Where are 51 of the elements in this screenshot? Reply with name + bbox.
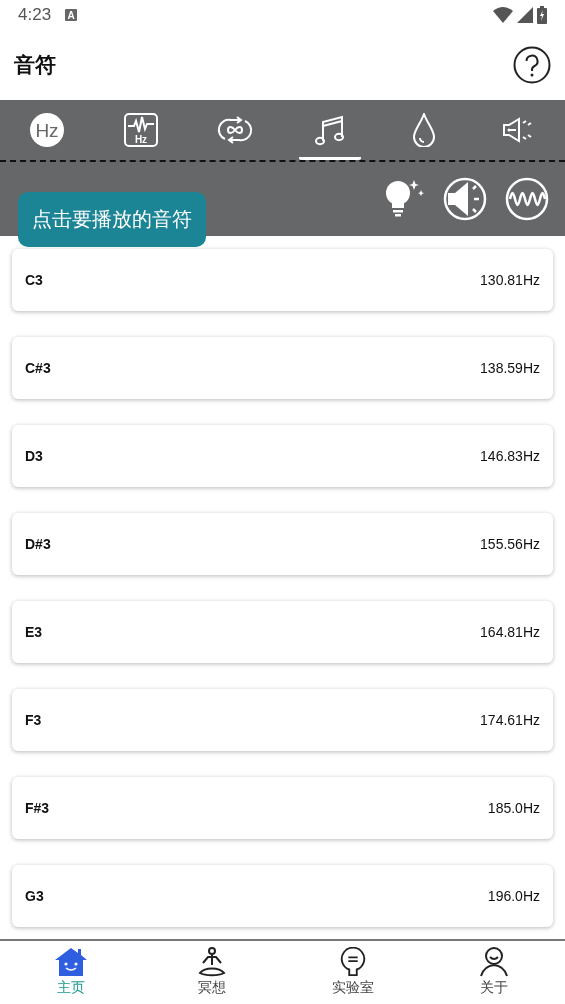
status-time: 4:23 <box>18 5 52 25</box>
note-frequency: 138.59Hz <box>480 360 540 376</box>
nav-tab[interactable]: 实验室 <box>282 941 424 1004</box>
hz-icon: Hz <box>29 112 66 148</box>
nav-tab[interactable]: 冥想 <box>141 941 283 1004</box>
person-icon <box>480 947 509 977</box>
note-name: E3 <box>25 624 43 640</box>
spectrum-icon: Hz <box>124 113 159 147</box>
wifi-icon <box>493 7 513 23</box>
note-name: D3 <box>25 448 43 464</box>
tooltip: 点击要播放的音符 <box>18 192 206 247</box>
note-name: C#3 <box>25 360 51 376</box>
note-frequency: 130.81Hz <box>480 272 540 288</box>
note-card[interactable]: C#3 138.59Hz <box>12 337 553 399</box>
home-icon <box>53 947 88 977</box>
note-card[interactable]: D3 146.83Hz <box>12 425 553 487</box>
note-name: F3 <box>25 712 42 728</box>
waveform-icon[interactable] <box>505 177 549 221</box>
meditation-icon <box>196 947 227 977</box>
note-name: D#3 <box>25 536 51 552</box>
nav-tab[interactable]: 主页 <box>0 941 142 1004</box>
loop-icon <box>217 115 254 145</box>
note-frequency: 146.83Hz <box>480 448 540 464</box>
note-frequency: 174.61Hz <box>480 712 540 728</box>
note-name: F#3 <box>25 800 50 816</box>
tool-tab[interactable]: Hz <box>16 100 79 160</box>
note-card[interactable]: E3 164.81Hz <box>12 601 553 663</box>
nav-tab[interactable]: 关于 <box>423 941 565 1004</box>
note-name: G3 <box>25 888 44 904</box>
page-title: 音符 <box>14 52 56 78</box>
light-bulb-icon <box>339 947 368 977</box>
music-note-icon <box>314 114 345 146</box>
speaker-icon <box>502 117 533 143</box>
note-card[interactable]: C3 130.81Hz <box>12 249 553 311</box>
note-card[interactable]: F3 174.61Hz <box>12 689 553 751</box>
note-card[interactable]: G3 196.0Hz <box>12 865 553 927</box>
keyboard-badge: A <box>65 9 78 21</box>
note-card[interactable]: F#3 185.0Hz <box>12 777 553 839</box>
note-card[interactable]: D#3 155.56Hz <box>12 513 553 575</box>
light-bulb-icon[interactable] <box>383 179 425 219</box>
note-name: C3 <box>25 272 43 288</box>
note-frequency: 164.81Hz <box>480 624 540 640</box>
note-frequency: 185.0Hz <box>487 800 540 816</box>
note-frequency: 196.0Hz <box>487 888 540 904</box>
water-drop-icon <box>412 113 435 147</box>
note-frequency: 155.56Hz <box>480 536 540 552</box>
signal-icon <box>517 7 533 23</box>
tool-tab[interactable]: Hz <box>110 100 173 160</box>
battery-icon <box>537 6 547 24</box>
help-icon[interactable] <box>513 46 551 84</box>
volume-icon[interactable] <box>443 177 487 221</box>
